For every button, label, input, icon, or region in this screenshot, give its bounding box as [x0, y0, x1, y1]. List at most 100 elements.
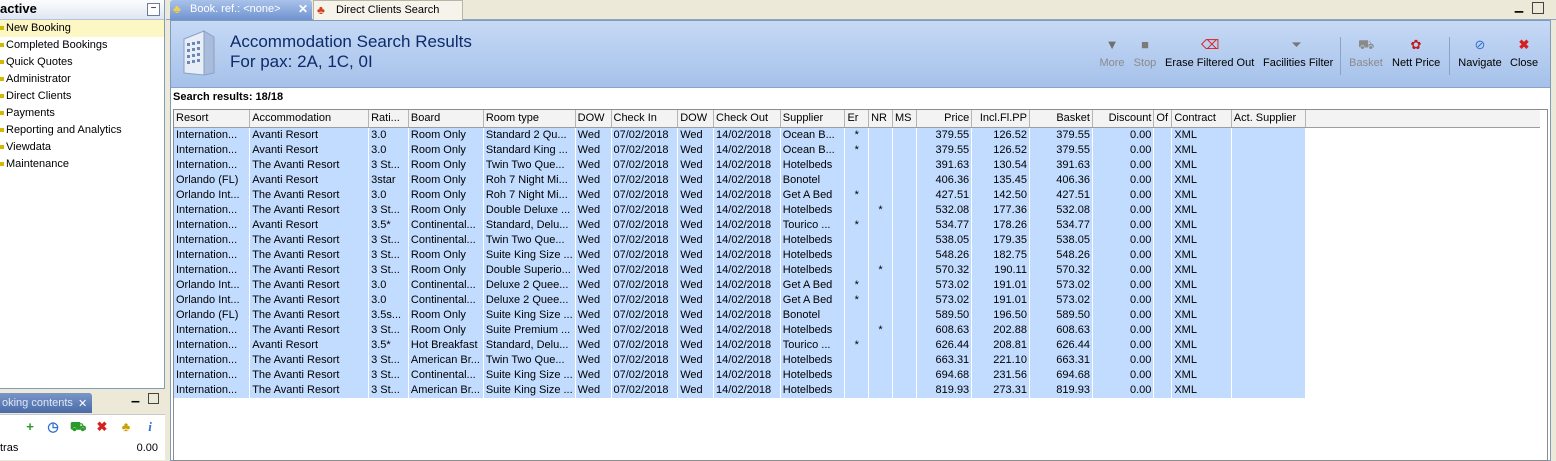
tab-direct-clients-search[interactable]: ♣ Direct Clients Search	[313, 0, 463, 20]
column-header[interactable]: Act. Supplier	[1231, 110, 1307, 128]
add-icon[interactable]: +	[22, 419, 38, 435]
table-cell: 0.00	[1092, 247, 1155, 263]
table-cell: 07/02/2018	[611, 262, 679, 278]
results-header: Accommodation Search Results For pax: 2A…	[171, 21, 1550, 88]
column-header[interactable]: Basket	[1029, 110, 1093, 128]
column-header[interactable]: Price	[916, 110, 973, 128]
table-row[interactable]: Internation... The Avanti Resort 3 St... Am…	[174, 352, 1547, 368]
table-cell: 0.00	[1092, 127, 1155, 143]
table-row[interactable]: Internation... Avanti Resort 3.5* Hot Break…	[174, 337, 1547, 353]
navigation-panel-header: active −	[0, 0, 164, 20]
nett-price-button[interactable]: ✿ Nett Price	[1392, 37, 1440, 79]
table-cell: 427.51	[1029, 187, 1093, 203]
table-row[interactable]: Internation... The Avanti Resort 3 St... Ro…	[174, 262, 1547, 278]
close-icon[interactable]: ✕	[78, 399, 88, 410]
erase-filtered-out-button[interactable]: ⌫ Erase Filtered Out	[1165, 37, 1254, 79]
column-header[interactable]: Resort	[174, 110, 251, 128]
nav-item-maintenance[interactable]: Maintenance	[0, 156, 164, 173]
table-row[interactable]: Internation... The Avanti Resort 3 St... Ro…	[174, 247, 1547, 263]
table-row[interactable]: Internation... The Avanti Resort 3 St... Ro…	[174, 322, 1547, 338]
column-header[interactable]: Board	[408, 110, 484, 128]
more-button[interactable]: ▼ More	[1098, 37, 1126, 79]
column-header[interactable]: Check Out	[713, 110, 781, 128]
nav-item-new-booking[interactable]: New Booking	[0, 20, 164, 37]
column-header[interactable]: Accommodation	[249, 110, 370, 128]
table-cell: 538.05	[916, 232, 973, 248]
table-cell: Internation...	[174, 247, 251, 263]
table-cell: Standard 2 Qu...	[483, 127, 576, 143]
facilities-filter-button[interactable]: ⏷ Facilities Filter	[1263, 37, 1333, 79]
table-row[interactable]: Internation... The Avanti Resort 3 St... Co…	[174, 367, 1547, 383]
column-header[interactable]: Incl.Fl.PP	[971, 110, 1030, 128]
nav-item-direct-clients[interactable]: Direct Clients	[0, 88, 164, 105]
table-row[interactable]: Orlando Int... The Avanti Resort 3.0 Room O…	[174, 187, 1547, 203]
navigate-button[interactable]: ⊘ Navigate	[1458, 37, 1502, 79]
table-cell	[1153, 142, 1173, 158]
column-header[interactable]: Er	[844, 110, 870, 128]
table-cell: Hotelbeds	[780, 232, 846, 248]
table-cell: 532.08	[1029, 202, 1093, 218]
nav-item-administrator[interactable]: Administrator	[0, 71, 164, 88]
table-cell: Get A Bed	[780, 187, 846, 203]
table-cell: Internation...	[174, 382, 251, 398]
table-cell: 3 St...	[368, 247, 409, 263]
table-row[interactable]: Orlando Int... The Avanti Resort 3.0 Contin…	[174, 292, 1547, 308]
basket-contents-tab[interactable]: oking contents ✕	[0, 393, 92, 413]
table-cell: 570.32	[916, 262, 973, 278]
minimize-icon[interactable]: ▁	[130, 393, 141, 404]
table-row[interactable]: Orlando (FL) Avanti Resort 3star Room Only R…	[174, 172, 1547, 188]
delete-icon[interactable]: ✖	[94, 419, 110, 435]
table-cell: Room Only	[408, 172, 484, 188]
info-icon[interactable]: i	[142, 419, 158, 435]
table-cell: Suite King Size ...	[483, 382, 576, 398]
column-header[interactable]: NR	[868, 110, 893, 128]
table-cell: Wed	[677, 232, 715, 248]
table-row[interactable]: Orlando Int... The Avanti Resort 3.0 Contin…	[174, 277, 1547, 293]
clock-icon[interactable]: ◷	[45, 419, 61, 435]
column-header[interactable]: Rati...	[368, 110, 409, 128]
table-cell	[1153, 262, 1173, 278]
nav-item-quick-quotes[interactable]: Quick Quotes	[0, 54, 164, 71]
minimize-icon[interactable]: ▁	[1513, 2, 1525, 14]
column-header[interactable]: Check In	[611, 110, 679, 128]
basket-icon[interactable]: ⛟	[70, 419, 86, 435]
column-header[interactable]: Supplier	[780, 110, 846, 128]
nav-item-reporting-and-analytics[interactable]: Reporting and Analytics	[0, 122, 164, 139]
tab-booking-reference[interactable]: ♣ Book. ref.: <none> ✕	[170, 0, 312, 20]
table-row[interactable]: Internation... The Avanti Resort 3 St... Ro…	[174, 157, 1547, 173]
column-header[interactable]: MS	[892, 110, 917, 128]
table-cell: Wed	[677, 367, 715, 383]
table-cell: 14/02/2018	[713, 142, 781, 158]
basket-toolbar: + ◷ ⛟ ✖ ♣ i	[0, 414, 165, 438]
column-header[interactable]: Contract	[1171, 110, 1232, 128]
table-row[interactable]: Internation... Avanti Resort 3.5* Continent…	[174, 217, 1547, 233]
table-row[interactable]: Internation... Avanti Resort 3.0 Room Only S…	[174, 142, 1547, 158]
column-header[interactable]: DOW	[677, 110, 715, 128]
table-row[interactable]: Internation... The Avanti Resort 3 St... Ro…	[174, 202, 1547, 218]
table-cell: Standard, Delu...	[483, 217, 576, 233]
table-row[interactable]: Orlando (FL) The Avanti Resort 3.5s... Room…	[174, 307, 1547, 323]
table-row[interactable]: Internation... Avanti Resort 3.0 Room Only S…	[174, 127, 1547, 143]
stop-button[interactable]: ■ Stop	[1132, 37, 1158, 79]
table-row[interactable]: Internation... The Avanti Resort 3 St... Co…	[174, 232, 1547, 248]
close-button[interactable]: ✖ Close	[1510, 37, 1538, 79]
table-cell	[868, 247, 893, 263]
table-row[interactable]: Internation... The Avanti Resort 3 St... Am…	[174, 382, 1547, 398]
nav-item-payments[interactable]: Payments	[0, 105, 164, 122]
maximize-icon[interactable]	[148, 393, 159, 404]
palm-tree-icon[interactable]: ♣	[118, 419, 134, 435]
maximize-icon[interactable]	[1532, 2, 1544, 14]
minimize-icon[interactable]: −	[147, 3, 160, 16]
table-cell: 391.63	[1029, 157, 1093, 173]
column-header[interactable]: Room type	[483, 110, 576, 128]
nav-item-completed-bookings[interactable]: Completed Bookings	[0, 37, 164, 54]
table-cell: Internation...	[174, 202, 251, 218]
column-header[interactable]: Discount	[1092, 110, 1155, 128]
column-header[interactable]: DOW	[575, 110, 612, 128]
close-icon[interactable]: ✕	[298, 0, 308, 19]
table-cell: 573.02	[916, 292, 973, 308]
nav-item-viewdata[interactable]: Viewdata	[0, 139, 164, 156]
table-cell: 0.00	[1092, 382, 1155, 398]
column-header[interactable]: Of	[1153, 110, 1173, 128]
basket-button[interactable]: ⛟ Basket	[1349, 37, 1383, 79]
